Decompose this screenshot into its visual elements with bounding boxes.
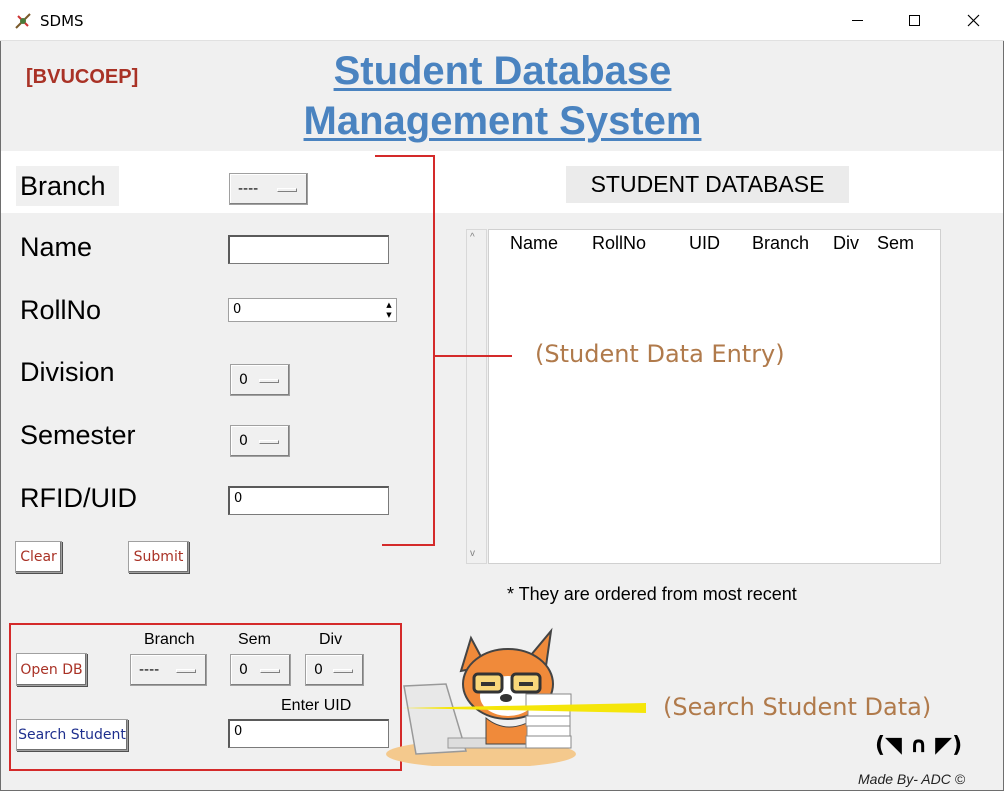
rollno-spinbox[interactable]: 0 ▲ ▼ — [228, 298, 397, 322]
page-title-line1: Student Database — [333, 49, 672, 93]
search-uid-input[interactable]: 0 — [228, 719, 389, 748]
dropdown-indicator-icon — [260, 669, 280, 673]
search-sem-dropdown[interactable]: 0 — [230, 654, 291, 686]
semester-label: Semester — [20, 420, 136, 450]
close-icon — [967, 14, 979, 27]
database-order-note: * They are ordered from most recent — [507, 584, 797, 604]
minimize-icon — [851, 20, 863, 21]
branch-dropdown-value: ---- — [238, 181, 259, 197]
branch-label: Branch — [16, 166, 119, 206]
entry-bracket-bottom — [382, 544, 435, 546]
column-header-sem: Sem — [877, 233, 915, 253]
search-div-label: Div — [319, 631, 343, 648]
uid-input[interactable]: 0 — [228, 486, 389, 515]
rollno-value: 0 — [233, 302, 242, 317]
spin-up-icon[interactable]: ▲ — [383, 300, 395, 310]
maximize-button[interactable] — [885, 0, 943, 41]
database-scrollbar[interactable] — [466, 229, 487, 564]
entry-bracket-side — [433, 155, 435, 546]
semester-dropdown-value: 0 — [239, 433, 248, 449]
column-header-div: Div — [833, 233, 859, 253]
dropdown-indicator-icon — [259, 379, 279, 383]
name-label: Name — [20, 232, 93, 262]
college-label: [BVUCOEP] — [26, 66, 139, 88]
dropdown-indicator-icon — [259, 440, 279, 444]
search-branch-value: ---- — [139, 662, 160, 678]
clear-button[interactable]: Clear — [15, 541, 62, 573]
maximize-icon — [908, 15, 920, 26]
entry-bracket-top — [375, 155, 435, 157]
scroll-up-icon[interactable]: ^ — [470, 232, 475, 243]
search-div-dropdown[interactable]: 0 — [305, 654, 364, 686]
name-input[interactable] — [228, 235, 389, 264]
cartoon-dog-illustration — [386, 627, 576, 766]
rollno-label: RollNo — [20, 295, 102, 325]
division-label: Division — [20, 357, 115, 387]
search-branch-label: Branch — [144, 631, 195, 648]
page-title-line2: Management System — [303, 99, 702, 143]
feather-app-icon — [15, 13, 31, 29]
emoticon: (◥ ∩ ◤) — [875, 733, 963, 758]
search-student-button[interactable]: Search Student — [16, 719, 128, 751]
division-dropdown-value: 0 — [239, 372, 248, 388]
dropdown-indicator-icon — [277, 188, 297, 192]
search-branch-dropdown[interactable]: ---- — [130, 654, 207, 686]
search-sem-label: Sem — [238, 631, 271, 648]
entry-annotation: (Student Data Entry) — [535, 340, 785, 368]
spin-down-icon[interactable]: ▼ — [383, 310, 395, 320]
window-title: SDMS — [40, 12, 84, 30]
page-title: Student Database Management System — [250, 46, 755, 146]
division-dropdown[interactable]: 0 — [230, 364, 290, 396]
search-div-value: 0 — [314, 662, 323, 678]
credit-label: Made By- ADC © — [858, 771, 966, 787]
column-header-name: Name — [510, 233, 559, 253]
column-header-branch: Branch — [752, 233, 810, 253]
enter-uid-label: Enter UID — [281, 697, 352, 714]
column-header-rollno: RollNo — [592, 233, 647, 253]
spinbox-arrows[interactable]: ▲ ▼ — [383, 300, 395, 320]
search-annotation-pointer — [402, 703, 646, 713]
open-db-button[interactable]: Open DB — [16, 653, 87, 686]
branch-row-band — [1, 151, 1003, 213]
search-sem-value: 0 — [239, 662, 248, 678]
semester-dropdown[interactable]: 0 — [230, 425, 290, 457]
dropdown-indicator-icon — [176, 669, 196, 673]
search-annotation: (Search Student Data) — [663, 693, 932, 721]
column-header-uid: UID — [689, 233, 720, 253]
branch-dropdown[interactable]: ---- — [229, 173, 308, 205]
scroll-down-icon[interactable]: v — [470, 548, 475, 559]
database-listbox[interactable] — [488, 229, 941, 564]
database-title: STUDENT DATABASE — [566, 166, 849, 203]
submit-button[interactable]: Submit — [128, 541, 189, 573]
dropdown-indicator-icon — [333, 669, 353, 673]
entry-bracket-pointer — [433, 355, 512, 357]
uid-label: RFID/UID — [20, 483, 137, 513]
minimize-button[interactable] — [828, 0, 886, 41]
close-button[interactable] — [944, 0, 1002, 41]
